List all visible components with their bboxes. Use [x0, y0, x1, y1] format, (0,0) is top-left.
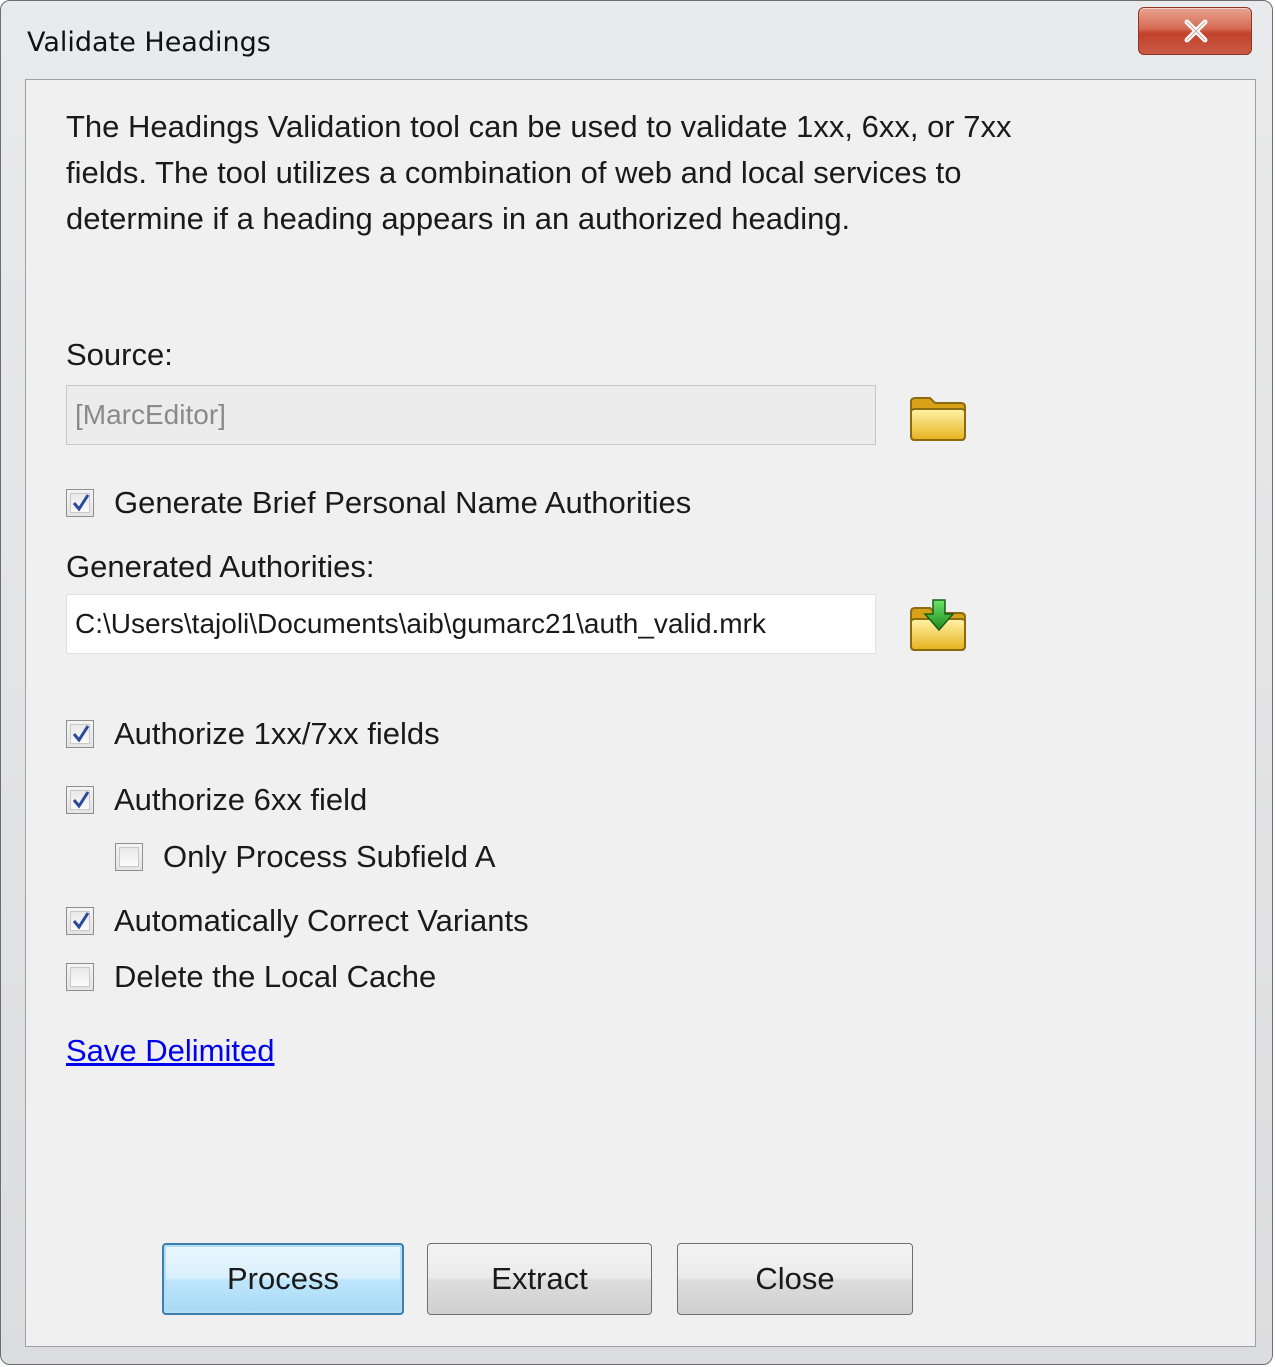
generate-brief-checkbox[interactable] — [66, 489, 94, 517]
validate-headings-dialog: Validate Headings The Headings Validatio… — [0, 0, 1273, 1365]
only-subfield-a-checkbox-row[interactable]: Only Process Subfield A — [115, 837, 496, 877]
delete-cache-label: Delete the Local Cache — [114, 959, 437, 994]
delete-cache-checkbox[interactable] — [66, 963, 94, 991]
auto-correct-checkbox[interactable] — [66, 907, 94, 935]
authorize-1xx-7xx-checkbox[interactable] — [66, 720, 94, 748]
authorize-1xx-7xx-checkbox-row[interactable]: Authorize 1xx/7xx fields — [66, 714, 440, 754]
source-input[interactable] — [66, 385, 876, 445]
auto-correct-label: Automatically Correct Variants — [114, 903, 529, 938]
only-subfield-a-checkbox[interactable] — [115, 843, 143, 871]
authorize-6xx-label: Authorize 6xx field — [114, 782, 368, 817]
close-button[interactable]: Close — [677, 1243, 913, 1315]
window-title: Validate Headings — [27, 27, 271, 58]
folder-icon — [910, 397, 966, 441]
generated-authorities-browse-button[interactable] — [908, 598, 968, 651]
only-subfield-a-label: Only Process Subfield A — [163, 839, 496, 874]
dialog-body: The Headings Validation tool can be used… — [25, 79, 1256, 1347]
title-bar: Validate Headings — [1, 1, 1272, 81]
checkmark-icon — [72, 494, 90, 512]
checkmark-icon — [72, 725, 90, 743]
save-delimited-link[interactable]: Save Delimited — [66, 1033, 274, 1069]
close-x-icon — [1184, 19, 1208, 43]
auto-correct-checkbox-row[interactable]: Automatically Correct Variants — [66, 901, 529, 941]
extract-button[interactable]: Extract — [427, 1243, 652, 1315]
checkmark-icon — [72, 912, 90, 930]
generate-brief-label: Generate Brief Personal Name Authorities — [114, 485, 692, 520]
authorize-6xx-checkbox-row[interactable]: Authorize 6xx field — [66, 780, 367, 820]
authorize-6xx-checkbox[interactable] — [66, 786, 94, 814]
generated-authorities-label: Generated Authorities: — [66, 549, 375, 584]
folder-save-icon — [910, 599, 966, 651]
source-browse-button[interactable] — [908, 392, 968, 444]
description-text: The Headings Validation tool can be used… — [66, 109, 1012, 236]
checkmark-icon — [72, 791, 90, 809]
generated-authorities-input[interactable] — [66, 594, 876, 654]
generate-brief-checkbox-row[interactable]: Generate Brief Personal Name Authorities — [66, 483, 691, 523]
authorize-1xx-7xx-label: Authorize 1xx/7xx fields — [114, 716, 440, 751]
process-button[interactable]: Process — [162, 1243, 404, 1315]
source-label: Source: — [66, 337, 173, 372]
delete-cache-checkbox-row[interactable]: Delete the Local Cache — [66, 957, 436, 997]
close-window-button[interactable] — [1138, 7, 1252, 55]
